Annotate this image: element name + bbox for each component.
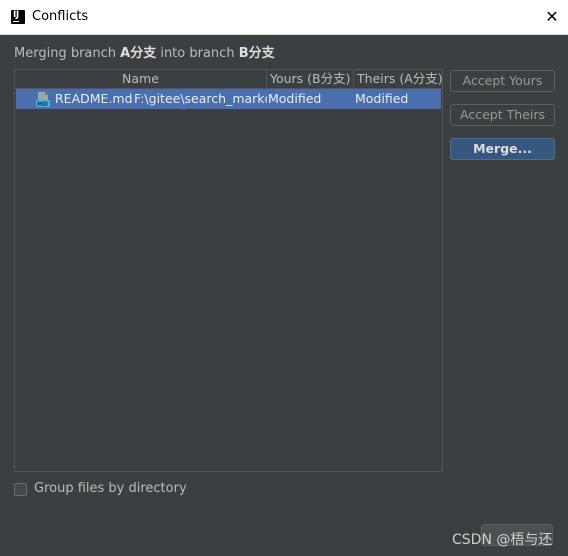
accept-yours-button[interactable]: Accept Yours [450, 70, 555, 92]
column-header-name[interactable]: Name [15, 70, 267, 88]
file-path: F:\gitee\search_markdown [134, 91, 267, 106]
merge-description: Merging branch A分支 into branch B分支 [14, 42, 275, 61]
markdown-file-icon: MD [36, 92, 50, 107]
window-title: Conflicts [32, 9, 89, 24]
theirs-status: Modified [355, 91, 409, 106]
table-header: Name Yours (B分支) Theirs (A分支) [15, 70, 442, 89]
accept-theirs-button[interactable]: Accept Theirs [450, 104, 555, 126]
source-branch: A分支 [120, 46, 157, 61]
group-by-directory-checkbox[interactable] [14, 483, 27, 496]
watermark: CSDN @梧与还 [452, 532, 553, 548]
conflicts-dialog: IJ Conflicts ✕ Merging branch A分支 into b… [0, 0, 568, 556]
conflicts-table: Name Yours (B分支) Theirs (A分支) MD README.… [14, 69, 443, 472]
group-by-directory-label[interactable]: Group files by directory [34, 481, 187, 496]
merge-description-prefix: Merging branch [14, 46, 121, 61]
title-bar: IJ Conflicts ✕ [0, 0, 568, 35]
column-header-theirs[interactable]: Theirs (A分支) [354, 70, 442, 88]
intellij-app-icon: IJ [11, 10, 25, 24]
table-row[interactable]: MD README.md F:\gitee\search_markdown Mo… [16, 89, 441, 109]
yours-status: Modified [268, 91, 322, 106]
file-name: README.md [55, 91, 133, 106]
svg-text:MD: MD [37, 101, 48, 107]
target-branch: B分支 [238, 46, 275, 61]
merge-description-middle: into branch [156, 46, 239, 61]
close-icon[interactable]: ✕ [540, 6, 564, 30]
merge-button[interactable]: Merge... [450, 138, 555, 160]
column-header-yours[interactable]: Yours (B分支) [267, 70, 354, 88]
